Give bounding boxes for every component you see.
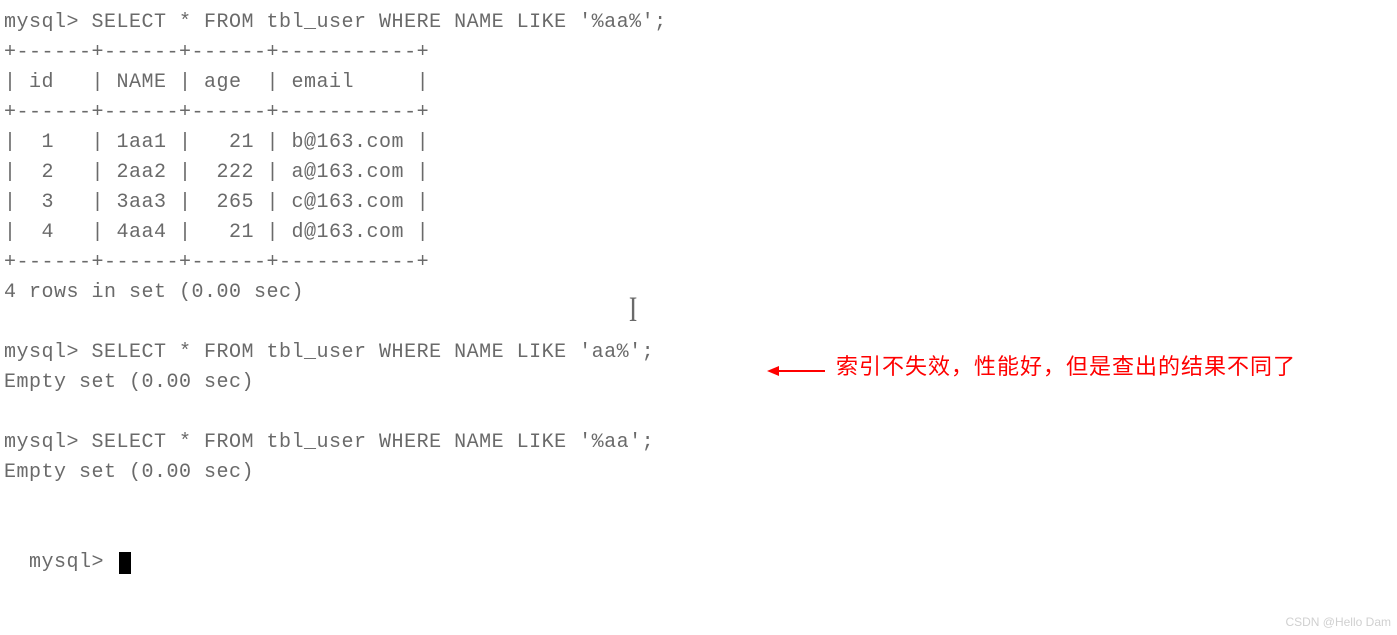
watermark-text: CSDN @Hello Dam [1285,613,1391,631]
text-cursor-icon: I [629,282,638,336]
prompt-text: mysql> [29,551,117,574]
table-border-mid: +------+------+------+-----------+ [4,98,1393,128]
table-row: | 3 | 3aa3 | 265 | c@163.com | [4,188,1393,218]
cursor-block-icon [119,552,131,574]
result-line-3: Empty set (0.00 sec) [4,458,1393,488]
table-row: | 1 | 1aa1 | 21 | b@163.com | [4,128,1393,158]
table-row: | 4 | 4aa4 | 21 | d@163.com | [4,218,1393,248]
query-line-1: mysql> SELECT * FROM tbl_user WHERE NAME… [4,8,1393,38]
prompt-line[interactable]: mysql> [4,518,1393,578]
table-border-top: +------+------+------+-----------+ [4,38,1393,68]
annotation-text: 索引不失效，性能好，但是查出的结果不同了 [836,350,1296,383]
table-header: | id | NAME | age | email | [4,68,1393,98]
query-line-3: mysql> SELECT * FROM tbl_user WHERE NAME… [4,428,1393,458]
result-line-1: 4 rows in set (0.00 sec) [4,278,1393,308]
table-border-bottom: +------+------+------+-----------+ [4,248,1393,278]
arrow-left-icon [767,360,827,376]
table-row: | 2 | 2aa2 | 222 | a@163.com | [4,158,1393,188]
